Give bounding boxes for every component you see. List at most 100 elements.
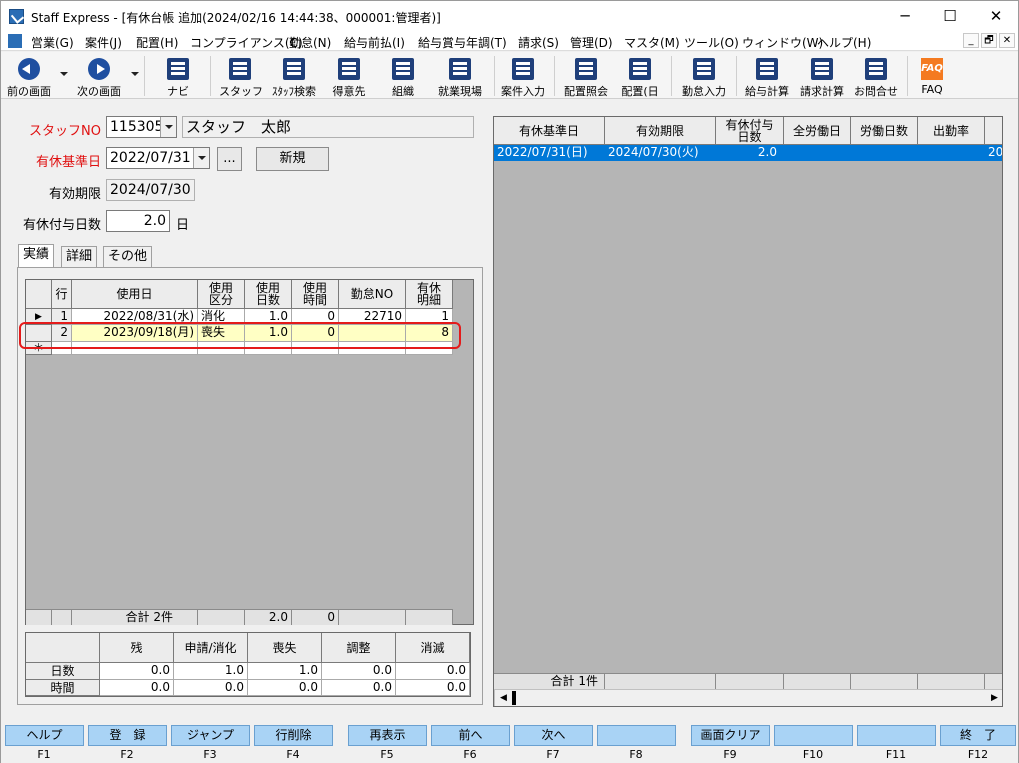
f7-next-button[interactable]: 次へ bbox=[514, 725, 593, 746]
billing-calc-button[interactable]: 請求計算 bbox=[797, 54, 847, 98]
f9-key-label: F9 bbox=[723, 748, 737, 761]
menu-attendance[interactable]: 勤怠(N) bbox=[289, 34, 331, 51]
f5-refresh-button[interactable]: 再表示 bbox=[348, 725, 427, 746]
col-work-days[interactable]: 労働日数 bbox=[851, 117, 918, 145]
menu-payroll[interactable]: 給与賞与年調(T) bbox=[418, 34, 507, 51]
base-date-combo[interactable]: 2022/07/31 bbox=[106, 147, 210, 169]
f10-button[interactable] bbox=[774, 725, 853, 746]
col-attendance-no[interactable]: 勤怠NO bbox=[339, 280, 406, 309]
col-attendance-rate[interactable]: 出勤率 bbox=[918, 117, 985, 145]
inquiry-button[interactable]: お問合せ bbox=[851, 54, 901, 98]
chevron-down-icon[interactable] bbox=[160, 117, 176, 137]
days-field[interactable]: 2.0 bbox=[106, 210, 170, 232]
menu-compliance[interactable]: コンプライアンス(C) bbox=[190, 34, 303, 51]
col-lost: 喪失 bbox=[248, 633, 322, 663]
menu-sales[interactable]: 営業(G) bbox=[31, 34, 74, 51]
menu-placement[interactable]: 配置(H) bbox=[136, 34, 178, 51]
menu-project[interactable]: 案件(J) bbox=[85, 34, 122, 51]
f3-jump-button[interactable]: ジャンプ bbox=[171, 725, 250, 746]
project-entry-button[interactable]: 案件入力 bbox=[497, 54, 549, 98]
col-base-date[interactable]: 有休基準日 bbox=[494, 117, 605, 145]
summary-grid: 残 申請/消化 喪失 調整 消滅 日数 0.0 1.0 1.0 0.0 0.0 … bbox=[25, 632, 471, 697]
tab-results[interactable]: 実績 bbox=[18, 244, 55, 268]
col-use-days[interactable]: 使用 日数 bbox=[245, 280, 292, 309]
col-expiry[interactable]: 有効期限 bbox=[605, 117, 716, 145]
f7-key-label: F7 bbox=[546, 748, 560, 761]
table-row-cell[interactable]: 2022/07/31(日) bbox=[494, 145, 605, 161]
menu-tools[interactable]: ツール(O) bbox=[684, 34, 739, 51]
minimize-button[interactable]: ─ bbox=[882, 1, 928, 31]
keyboard-icon bbox=[167, 58, 189, 80]
client-button[interactable]: 得意先 bbox=[327, 54, 371, 98]
mdi-child-icon bbox=[8, 34, 22, 48]
f4-delete-row-button[interactable]: 行削除 bbox=[254, 725, 333, 746]
placement-day-button[interactable]: 配置(日 bbox=[617, 54, 663, 98]
f6-prev-button[interactable]: 前へ bbox=[431, 725, 510, 746]
attendance-entry-button[interactable]: 勤怠入力 bbox=[677, 54, 731, 98]
menu-help[interactable]: ヘルプ(H) bbox=[817, 34, 871, 51]
f1-help-button[interactable]: ヘルプ bbox=[5, 725, 84, 746]
staff-no-combo[interactable]: 115305 bbox=[106, 116, 177, 138]
col-applied-used: 申請/消化 bbox=[174, 633, 248, 663]
prev-dropdown-icon[interactable] bbox=[60, 72, 68, 76]
menu-advance-pay[interactable]: 給与前払(I) bbox=[344, 34, 405, 51]
staff-button[interactable]: スタッフ bbox=[219, 54, 263, 98]
f2-register-button[interactable]: 登 録 bbox=[88, 725, 167, 746]
table-row-cell[interactable] bbox=[851, 145, 918, 161]
worksite-button[interactable]: 就業現場 bbox=[433, 54, 487, 98]
next-dropdown-icon[interactable] bbox=[131, 72, 139, 76]
f8-button[interactable] bbox=[597, 725, 676, 746]
prev-screen-button[interactable]: 前の画面 bbox=[3, 54, 55, 98]
menu-window[interactable]: ウィンドウ(W) bbox=[742, 34, 823, 51]
maximize-button[interactable]: ☐ bbox=[927, 1, 973, 31]
new-button[interactable]: 新規 bbox=[256, 147, 329, 171]
col-granted-days[interactable]: 有休付与 日数 bbox=[716, 117, 784, 145]
project-icon bbox=[512, 58, 534, 80]
organization-button[interactable]: 組織 bbox=[381, 54, 425, 98]
scroll-left-icon[interactable]: ◀ bbox=[495, 690, 512, 706]
horizontal-scrollbar[interactable]: ◀ ▶ bbox=[494, 689, 1002, 706]
menu-master[interactable]: マスタ(M) bbox=[624, 34, 680, 51]
mdi-restore-button[interactable]: 🗗 bbox=[981, 33, 997, 48]
worksite-icon bbox=[449, 58, 471, 80]
placement-inquiry-button[interactable]: 配置照会 bbox=[559, 54, 613, 98]
scroll-right-icon[interactable]: ▶ bbox=[986, 690, 1002, 706]
leave-ledger-grid[interactable]: 有休基準日 有効期限 有休付与 日数 全労働日 労働日数 出勤率 2022/07… bbox=[493, 116, 1003, 707]
f12-exit-button[interactable]: 終 了 bbox=[940, 725, 1016, 746]
faq-button[interactable]: FAQ FAQ bbox=[913, 54, 951, 98]
table-row-cell[interactable] bbox=[918, 145, 985, 161]
close-button[interactable]: ✕ bbox=[973, 1, 1019, 31]
staff-search-button[interactable]: ｽﾀｯﾌ検索 bbox=[267, 54, 321, 98]
date-picker-button[interactable]: ... bbox=[217, 147, 242, 171]
col-leave-detail[interactable]: 有休 明細 bbox=[406, 280, 453, 309]
payroll-calc-button[interactable]: 給与計算 bbox=[741, 54, 793, 98]
mdi-close-button[interactable]: ✕ bbox=[999, 33, 1015, 48]
staff-icon bbox=[229, 58, 251, 80]
f11-button[interactable] bbox=[857, 725, 936, 746]
col-all-work-days[interactable]: 全労働日 bbox=[784, 117, 851, 145]
building-icon bbox=[392, 58, 414, 80]
table-row-cell[interactable]: 2.0 bbox=[716, 145, 784, 161]
col-use-hours[interactable]: 使用 時間 bbox=[292, 280, 339, 309]
summary-cell: 0.0 bbox=[174, 680, 248, 696]
next-screen-button[interactable]: 次の画面 bbox=[71, 54, 127, 98]
col-use-date[interactable]: 使用日 bbox=[72, 280, 198, 309]
f9-clear-button[interactable]: 画面クリア bbox=[691, 725, 770, 746]
tab-details[interactable]: 詳細 bbox=[61, 246, 98, 268]
usage-total-label: 合計 2件 bbox=[72, 609, 198, 625]
scroll-thumb[interactable] bbox=[512, 691, 516, 705]
table-row-cell[interactable]: 2024/07/30(火) bbox=[605, 145, 716, 161]
app-window: Staff Express - [有休台帳 追加(2024/02/16 14:4… bbox=[0, 0, 1019, 763]
summary-cell: 1.0 bbox=[248, 663, 322, 680]
menu-management[interactable]: 管理(D) bbox=[570, 34, 613, 51]
app-icon bbox=[9, 9, 24, 24]
table-row-cell[interactable]: 20 bbox=[985, 145, 1002, 161]
tab-other[interactable]: その他 bbox=[103, 246, 153, 268]
table-row-cell[interactable] bbox=[784, 145, 851, 161]
col-row[interactable]: 行 bbox=[52, 280, 72, 309]
menu-billing[interactable]: 請求(S) bbox=[518, 34, 559, 51]
chevron-down-icon[interactable] bbox=[193, 148, 209, 168]
mdi-minimize-button[interactable]: _ bbox=[963, 33, 979, 48]
col-use-type[interactable]: 使用 区分 bbox=[198, 280, 245, 309]
navi-button[interactable]: ナビ bbox=[156, 54, 200, 98]
